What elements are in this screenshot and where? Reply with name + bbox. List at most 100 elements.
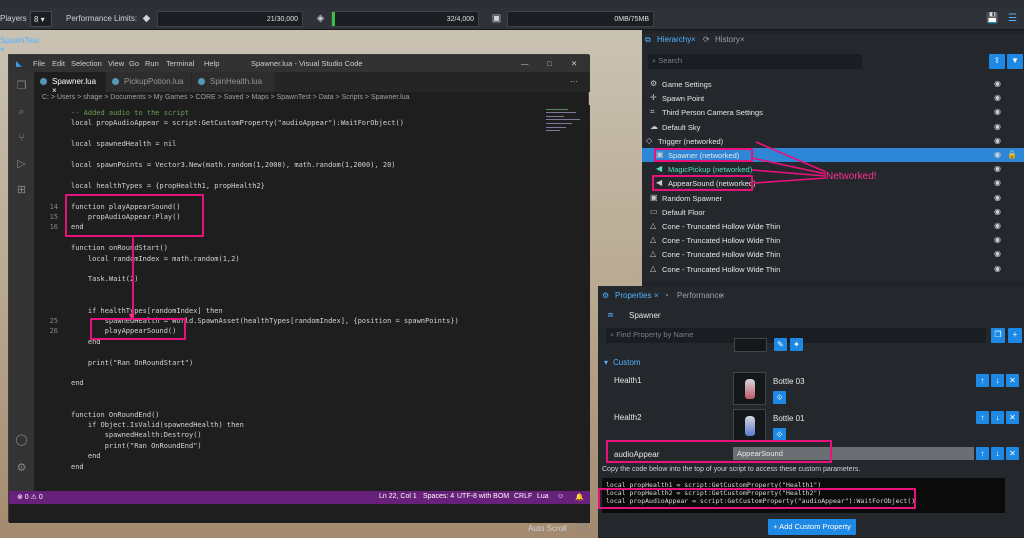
visibility-eye-icon[interactable]: ◉: [994, 164, 1004, 174]
code-line[interactable]: local healthTypes = {propHealth1, propHe…: [71, 182, 265, 190]
audio-remove-icon[interactable]: ✕: [1006, 447, 1019, 460]
tab-spawner[interactable]: Spawner.lua ×: [34, 72, 106, 95]
hierarchy-item[interactable]: ◇ Trigger (networked) ◉: [642, 134, 1024, 148]
language-status[interactable]: Lua: [537, 493, 549, 500]
minimize-icon[interactable]: —: [521, 59, 529, 68]
indentation-status[interactable]: Spaces: 4: [423, 493, 454, 500]
visibility-eye-icon[interactable]: ◉: [994, 193, 1004, 203]
tab-pickup-potion[interactable]: PickupPotion.lua: [106, 72, 192, 92]
visibility-eye-icon[interactable]: ◉: [994, 249, 1004, 259]
filter-icon[interactable]: ▼: [1007, 54, 1023, 69]
lock-icon[interactable]: 🔒: [1007, 150, 1017, 160]
encoding-status[interactable]: UTF-8 with BOM: [457, 493, 509, 500]
feedback-icon[interactable]: ☺: [557, 493, 564, 500]
hierarchy-item[interactable]: ✛ Spawn Point ◉: [642, 91, 1024, 105]
code-line[interactable]: end: [71, 379, 84, 387]
search-icon[interactable]: ⌕: [15, 106, 28, 119]
tab-history[interactable]: History: [715, 35, 740, 44]
menu-edit[interactable]: Edit: [52, 59, 65, 68]
bottle01-thumbnail[interactable]: [733, 409, 766, 442]
visibility-eye-icon[interactable]: ◉: [994, 93, 1004, 103]
explorer-icon[interactable]: ❐: [15, 80, 28, 93]
cursor-position[interactable]: Ln 22, Col 1: [379, 493, 417, 500]
menu-selection[interactable]: Selection: [71, 59, 102, 68]
hierarchy-item[interactable]: △ Cone - Truncated Hollow Wide Thin ◉: [642, 233, 1024, 247]
notifications-icon[interactable]: 🔔: [575, 493, 584, 501]
code-line[interactable]: -- Added audio to the script: [71, 109, 189, 117]
code-line[interactable]: end: [71, 452, 101, 460]
hierarchy-item[interactable]: ▭ Default Floor ◉: [642, 205, 1024, 219]
health2-up-icon[interactable]: ↑: [976, 411, 989, 424]
breadcrumb[interactable]: C: > Users > shage > Documents > My Game…: [34, 92, 590, 105]
auto-scroll-checkbox[interactable]: [578, 523, 587, 532]
problems-status[interactable]: ⊗ 0 ⚠ 0: [17, 493, 43, 501]
health1-down-icon[interactable]: ↓: [991, 374, 1004, 387]
custom-section-chevron-icon[interactable]: ▾: [604, 358, 608, 367]
code-line[interactable]: Task.Wait(2): [71, 275, 139, 283]
visibility-eye-icon[interactable]: ◉: [994, 136, 1004, 146]
tab-spin-health[interactable]: SpinHealth.lua: [192, 72, 276, 92]
tab-properties[interactable]: Properties: [615, 291, 651, 300]
code-line[interactable]: print("Ran OnRoundEnd"): [71, 442, 202, 450]
health2-value[interactable]: Bottle 01: [773, 414, 805, 423]
hierarchy-item[interactable]: △ Cone - Truncated Hollow Wide Thin ◉: [642, 219, 1024, 233]
visibility-eye-icon[interactable]: ◉: [994, 221, 1004, 231]
menu-icon[interactable]: ☰: [1006, 12, 1019, 25]
hierarchy-search[interactable]: ⌕ Search: [648, 54, 862, 69]
code-line[interactable]: function OnRoundEnd(): [71, 411, 160, 419]
wand-icon[interactable]: ✦: [790, 338, 803, 351]
hierarchy-item[interactable]: ☁ Default Sky ◉: [642, 120, 1024, 134]
health1-target-icon[interactable]: ⟐: [773, 391, 786, 404]
account-icon[interactable]: ◯: [15, 434, 28, 447]
code-line[interactable]: if Object.IsValid(spawnedHealth) then: [71, 421, 244, 429]
bottle03-thumbnail[interactable]: [733, 372, 766, 405]
menu-view[interactable]: View: [108, 59, 124, 68]
upload-icon[interactable]: ⇪: [989, 54, 1005, 69]
close-hierarchy-icon[interactable]: ×: [691, 35, 696, 44]
health2-remove-icon[interactable]: ✕: [1006, 411, 1019, 424]
hierarchy-item[interactable]: ⚙ Game Settings ◉: [642, 77, 1024, 91]
health1-up-icon[interactable]: ↑: [976, 374, 989, 387]
visibility-eye-icon[interactable]: ◉: [994, 178, 1004, 188]
maximize-icon[interactable]: □: [547, 59, 552, 68]
more-actions-icon[interactable]: ···: [570, 77, 578, 86]
eol-status[interactable]: CRLF: [514, 493, 532, 500]
auto-scroll-toggle[interactable]: Auto Scroll: [528, 524, 567, 533]
menu-go[interactable]: Go: [129, 59, 139, 68]
menu-file[interactable]: File: [33, 59, 45, 68]
menu-run[interactable]: Run: [145, 59, 159, 68]
add-custom-property-button[interactable]: + Add Custom Property: [768, 519, 856, 535]
audio-down-icon[interactable]: ↓: [991, 447, 1004, 460]
add-icon[interactable]: +: [1008, 328, 1022, 343]
code-line[interactable]: function onRoundStart(): [71, 244, 168, 252]
close-performance-icon[interactable]: ×: [720, 291, 725, 300]
code-line[interactable]: local propAudioAppear = script:GetCustom…: [71, 119, 404, 127]
players-select[interactable]: 8 ▾: [30, 11, 52, 27]
menu-help[interactable]: Help: [204, 59, 219, 68]
settings-gear-icon[interactable]: ⚙: [15, 462, 28, 475]
visibility-eye-icon[interactable]: ◉: [994, 107, 1004, 117]
code-line[interactable]: if healthTypes[randomIndex] then: [71, 307, 223, 315]
hierarchy-item[interactable]: ▣ Random Spawner ◉: [642, 191, 1024, 205]
hierarchy-item[interactable]: △ Cone - Truncated Hollow Wide Thin ◉: [642, 262, 1024, 276]
edit-asset-icon[interactable]: ✎: [774, 338, 787, 351]
extensions-icon[interactable]: ⊞: [15, 184, 28, 197]
close-icon[interactable]: ✕: [571, 59, 577, 68]
visibility-eye-icon[interactable]: ◉: [994, 235, 1004, 245]
code-line[interactable]: print("Ran OnRoundStart"): [71, 359, 193, 367]
minimap[interactable]: [546, 105, 586, 145]
hierarchy-item[interactable]: △ Cone - Truncated Hollow Wide Thin ◉: [642, 247, 1024, 261]
copy-icon[interactable]: ❐: [991, 328, 1005, 343]
code-editor[interactable]: -- Added audio to the script local propAu…: [34, 105, 590, 491]
visibility-eye-icon[interactable]: ◉: [994, 150, 1004, 160]
health2-down-icon[interactable]: ↓: [991, 411, 1004, 424]
close-history-icon[interactable]: ×: [740, 35, 745, 44]
visibility-eye-icon[interactable]: ◉: [994, 79, 1004, 89]
health1-remove-icon[interactable]: ✕: [1006, 374, 1019, 387]
source-control-icon[interactable]: ⑂: [15, 132, 28, 145]
viewport-tab[interactable]: SpawnTest ×: [0, 36, 40, 54]
menu-terminal[interactable]: Terminal: [166, 59, 194, 68]
visibility-eye-icon[interactable]: ◉: [994, 207, 1004, 217]
tab-performance[interactable]: Performance: [677, 291, 723, 300]
audio-up-icon[interactable]: ↑: [976, 447, 989, 460]
